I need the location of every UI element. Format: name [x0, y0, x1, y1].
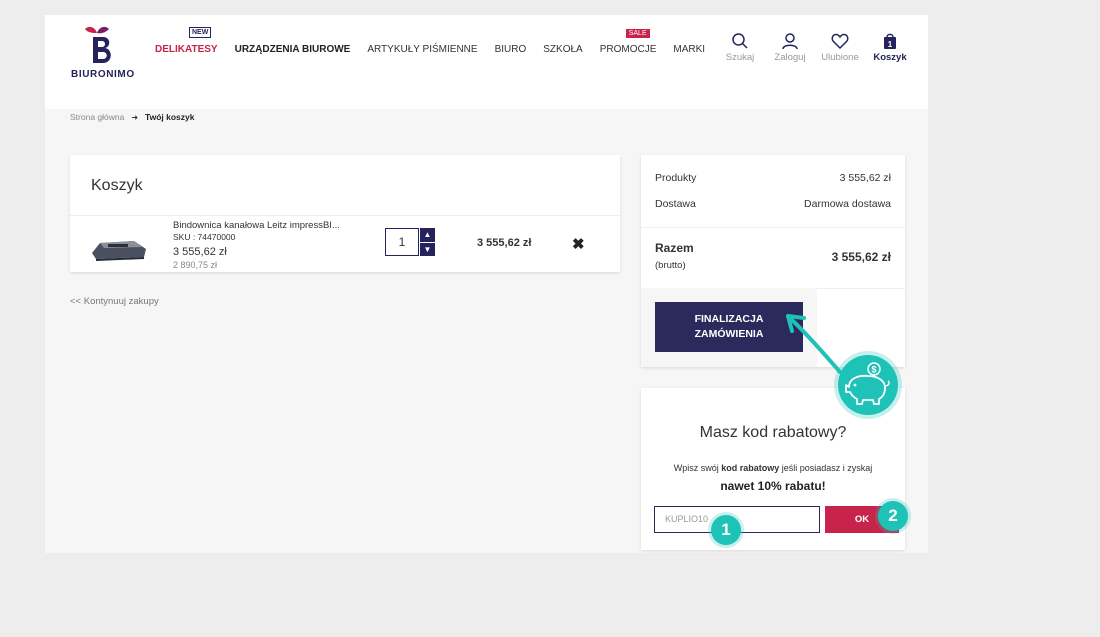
nav-item-szkola[interactable]: SZKOŁA: [543, 44, 582, 55]
chevron-up-icon: ▲: [423, 230, 432, 240]
product-image[interactable]: [90, 235, 150, 261]
divider: [641, 227, 905, 228]
nav-item-biuro[interactable]: BIURO: [495, 44, 527, 55]
breadcrumb-arrow-icon: ➜: [131, 112, 139, 122]
quantity-input[interactable]: 1: [385, 228, 419, 256]
quantity-up-button[interactable]: ▲: [420, 228, 435, 243]
quantity-down-button[interactable]: ▼: [420, 242, 435, 256]
summary-products-row: Produkty 3 555,62 zł: [655, 172, 891, 184]
delivery-label: Dostawa: [655, 198, 696, 210]
nav-item-label: ARTYKUŁY PIŚMIENNE: [367, 44, 478, 55]
nav-item-promocje[interactable]: PROMOCJE SALE: [599, 29, 657, 55]
product-name[interactable]: Bindownica kanałowa Leitz impressBI...: [173, 220, 358, 231]
discount-title: Masz kod rabatowy?: [699, 424, 847, 441]
nav-item-label: BIURO: [494, 44, 527, 55]
page: BIURONIMO DELIKATESY NEW URZĄDZENIA BIUR…: [45, 15, 928, 553]
shopping-bag-icon: 1: [884, 33, 896, 49]
nav-item-delikatesy[interactable]: DELIKATESY NEW: [155, 27, 218, 55]
user-icon: [782, 33, 798, 50]
products-label: Produkty: [655, 172, 697, 184]
header-icons: Szukaj Zaloguj Ulubione 1 Koszyk: [715, 32, 915, 63]
cart-title: Koszyk: [91, 177, 143, 194]
remove-item-button[interactable]: ✖: [572, 235, 585, 253]
discount-text-bold: kod rabatowy: [721, 463, 780, 473]
cart-count: 1: [888, 40, 893, 49]
discount-highlight: nawet 10% rabatu!: [720, 479, 826, 493]
total-label: Razem: [655, 241, 694, 255]
products-value: 3 555,62 zł: [839, 172, 891, 184]
product-sku: SKU : 74470000: [173, 232, 236, 242]
chevron-down-icon: ▼: [423, 244, 432, 254]
login-button[interactable]: Zaloguj: [765, 32, 815, 63]
favorites-label: Ulubione: [821, 52, 859, 63]
breadcrumb-current: Twój koszyk: [145, 112, 195, 122]
total-sub-label: (brutto): [655, 260, 686, 271]
new-badge: NEW: [189, 27, 212, 38]
favorites-button[interactable]: Ulubione: [815, 32, 865, 63]
discount-text-post: jeśli posiadasz i zyskaj: [779, 463, 873, 473]
logo-text: BIURONIMO: [71, 69, 135, 80]
login-label: Zaloguj: [774, 52, 806, 63]
product-net-price: 2 890,75 zł: [173, 260, 218, 270]
total-value: 3 555,62 zł: [831, 250, 891, 264]
product-price: 3 555,62 zł: [173, 246, 227, 258]
continue-shopping-link[interactable]: << Kontynuuj zakupy: [70, 296, 159, 307]
piggy-bank-icon: $: [834, 351, 902, 419]
discount-text-pre: Wpisz swój: [673, 463, 722, 473]
cart-button[interactable]: 1 Koszyk: [865, 32, 915, 63]
nav-item-label: DELIKATESY: [155, 44, 218, 55]
delivery-value: Darmowa dostawa: [804, 198, 891, 210]
nav-item-marki[interactable]: MARKI: [673, 44, 705, 55]
line-total: 3 555,62 zł: [477, 237, 532, 249]
breadcrumb-home[interactable]: Strona główna: [70, 112, 124, 122]
breadcrumb: Strona główna ➜ Twój koszyk: [70, 112, 195, 122]
close-icon: ✖: [572, 236, 585, 253]
divider: [70, 215, 620, 216]
discount-description: Wpisz swój kod rabatowy jeśli posiadasz …: [641, 463, 905, 473]
nav-item-artykuly[interactable]: ARTYKUŁY PIŚMIENNE: [367, 44, 477, 55]
nav-item-label: MARKI: [673, 44, 706, 55]
cart-label: Koszyk: [873, 52, 907, 63]
main-nav: DELIKATESY NEW URZĄDZENIA BIUROWE ARTYKU…: [155, 27, 722, 55]
nav-item-label: URZĄDZENIA BIUROWE: [234, 44, 351, 55]
search-label: Szukaj: [725, 52, 755, 63]
cart-panel: Koszyk Bindownica kanałowa Leitz impress…: [70, 155, 620, 272]
nav-item-urzadzenia[interactable]: URZĄDZENIA BIUROWE: [235, 44, 351, 55]
header: BIURONIMO DELIKATESY NEW URZĄDZENIA BIUR…: [45, 15, 928, 109]
step-1-badge: 1: [711, 515, 741, 545]
search-icon: [732, 33, 748, 49]
step-2-badge: 2: [878, 501, 908, 531]
nav-item-label: PROMOCJE: [599, 44, 657, 55]
quantity-stepper: ▲ ▼: [420, 228, 435, 256]
summary-delivery-row: Dostawa Darmowa dostawa: [655, 198, 891, 210]
nav-item-label: SZKOŁA: [543, 44, 583, 55]
svg-text:$: $: [871, 365, 876, 375]
sale-badge: SALE: [625, 29, 650, 38]
logo[interactable]: BIURONIMO: [67, 25, 137, 80]
heart-icon: [831, 33, 849, 50]
order-summary: Produkty 3 555,62 zł Dostawa Darmowa dos…: [641, 155, 905, 367]
logo-icon: [85, 26, 111, 63]
search-button[interactable]: Szukaj: [715, 32, 765, 63]
